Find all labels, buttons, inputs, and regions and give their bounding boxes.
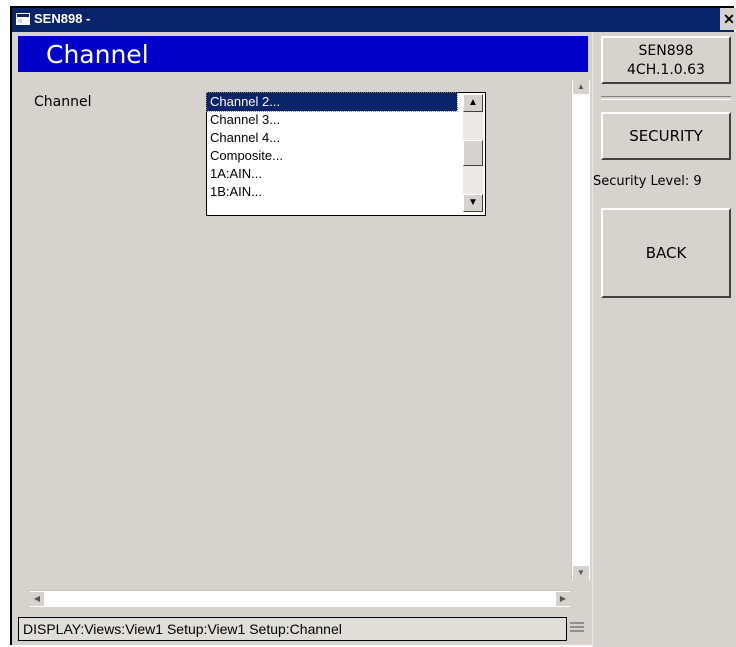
device-name: SEN898 xyxy=(638,43,694,59)
device-version: 4CH.1.0.63 xyxy=(627,62,705,78)
close-icon[interactable]: ✕ xyxy=(720,8,736,30)
device-info-box: SEN898 4CH.1.0.63 xyxy=(601,36,731,84)
content-panel: Channel Channel 2... Channel 3... Channe… xyxy=(18,72,592,612)
sidebar: SEN898 4CH.1.0.63 SECURITY Security Leve… xyxy=(592,32,736,647)
channel-listbox[interactable]: Channel 2... Channel 3... Channel 4... C… xyxy=(206,92,486,216)
channel-field-label: Channel xyxy=(34,94,92,110)
list-item[interactable]: Channel 3... xyxy=(207,111,457,129)
listbox-scroll-thumb[interactable] xyxy=(463,140,483,166)
window-title: SEN898 - xyxy=(34,11,91,26)
arrow-up-icon[interactable]: ▲ xyxy=(463,94,483,112)
list-item[interactable]: Channel 4... xyxy=(207,129,457,147)
security-level-text: Security Level: 9 xyxy=(593,174,702,189)
title-bar: SEN898 - ✕ xyxy=(12,8,736,32)
main-horizontal-scrollbar[interactable]: ◀ ▶ xyxy=(30,590,570,607)
arrow-left-icon[interactable]: ◀ xyxy=(30,592,44,606)
app-window: SEN898 - ✕ Channel Channel Channel 2... … xyxy=(10,6,736,647)
back-button[interactable]: BACK xyxy=(601,208,731,298)
status-path: DISPLAY:Views:View1 Setup:View1 Setup:Ch… xyxy=(23,621,342,637)
listbox-scrollbar[interactable]: ▲ ▼ xyxy=(463,94,483,214)
page-title: Channel xyxy=(46,40,149,69)
arrow-up-icon[interactable]: ▲ xyxy=(573,80,589,94)
resize-grip-icon[interactable] xyxy=(568,620,586,640)
list-item-selected[interactable]: Channel 2... xyxy=(206,92,458,112)
page-header: Channel xyxy=(18,36,588,72)
list-item[interactable]: 1A:AIN... xyxy=(207,165,457,183)
main-vertical-scrollbar[interactable]: ▲ ▼ xyxy=(571,80,590,580)
channel-list-items: Channel 2... Channel 3... Channel 4... C… xyxy=(206,92,458,201)
arrow-down-icon[interactable]: ▼ xyxy=(463,194,483,212)
status-bar: DISPLAY:Views:View1 Setup:View1 Setup:Ch… xyxy=(18,617,567,641)
security-button[interactable]: SECURITY xyxy=(601,112,731,160)
arrow-right-icon[interactable]: ▶ xyxy=(556,592,570,606)
arrow-down-icon[interactable]: ▼ xyxy=(573,566,589,580)
list-item[interactable]: Composite... xyxy=(207,147,457,165)
window-app-icon xyxy=(16,13,30,25)
sidebar-divider xyxy=(601,96,731,100)
list-item[interactable]: 1B:AIN... xyxy=(207,183,457,201)
